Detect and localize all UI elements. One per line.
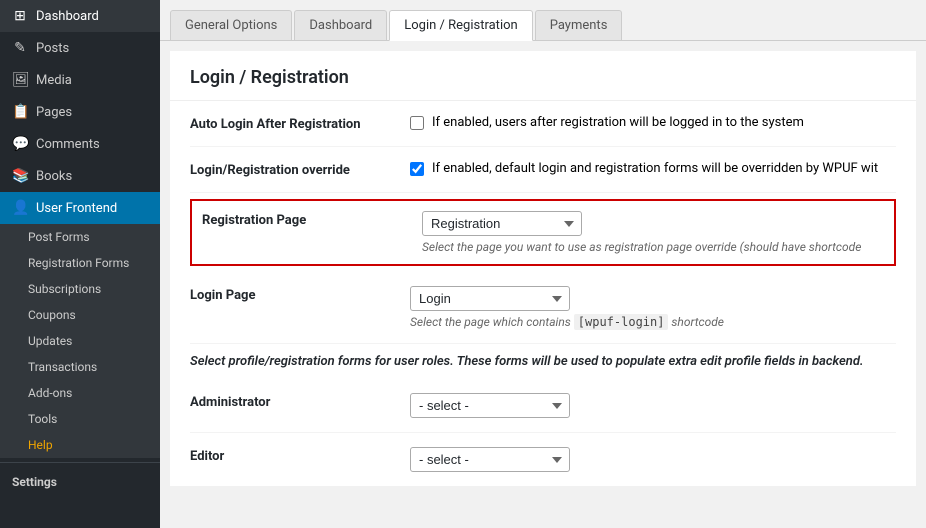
administrator-select[interactable]: - select - — [410, 393, 570, 418]
sidebar-item-label: Comments — [36, 137, 100, 152]
login-page-description: Select the page which contains [wpuf-log… — [410, 315, 896, 329]
form-row-auto-login: Auto Login After Registration If enabled… — [190, 101, 896, 147]
tab-login-registration[interactable]: Login / Registration — [389, 10, 532, 41]
sidebar-subitem-updates[interactable]: Updates — [0, 328, 160, 354]
content-area: Login / Registration Auto Login After Re… — [170, 51, 916, 486]
sidebar-subitem-coupons[interactable]: Coupons — [0, 302, 160, 328]
login-page-label: Login Page — [190, 286, 410, 303]
login-page-select[interactable]: Login — [410, 286, 570, 311]
sidebar-item-label: User Frontend — [36, 201, 117, 216]
sidebar-item-label: Books — [36, 169, 72, 184]
sidebar-item-books[interactable]: 📚 Books — [0, 160, 160, 192]
sidebar-item-posts[interactable]: ✎ Posts — [0, 32, 160, 64]
sidebar-subitem-add-ons[interactable]: Add-ons — [0, 380, 160, 406]
form-section: Auto Login After Registration If enabled… — [170, 101, 916, 344]
auto-login-description: If enabled, users after registration wil… — [432, 115, 804, 130]
editor-select[interactable]: - select - — [410, 447, 570, 472]
tabs-bar: General Options Dashboard Login / Regist… — [160, 0, 926, 41]
registration-page-label: Registration Page — [202, 211, 422, 228]
roles-note: Select profile/registration forms for us… — [170, 344, 916, 379]
form-row-login-override: Login/Registration override If enabled, … — [190, 147, 896, 193]
media-icon: 🖼 — [12, 72, 28, 88]
auto-login-label: Auto Login After Registration — [190, 115, 410, 132]
login-override-inner: If enabled, default login and registrati… — [410, 161, 896, 176]
auto-login-inner: If enabled, users after registration wil… — [410, 115, 896, 130]
login-page-control: Login Select the page which contains [wp… — [410, 286, 896, 329]
login-shortcode: [wpuf-login] — [574, 314, 669, 330]
tab-payments[interactable]: Payments — [535, 10, 623, 40]
editor-control: - select - — [410, 447, 896, 472]
sidebar-item-pages[interactable]: 📋 Pages — [0, 96, 160, 128]
dashboard-icon: ⊞ — [12, 8, 28, 24]
login-override-label: Login/Registration override — [190, 161, 410, 178]
sidebar-item-dashboard[interactable]: ⊞ Dashboard — [0, 0, 160, 32]
sidebar-subitem-subscriptions[interactable]: Subscriptions — [0, 276, 160, 302]
sidebar-subitem-transactions[interactable]: Transactions — [0, 354, 160, 380]
sidebar-item-comments[interactable]: 💬 Comments — [0, 128, 160, 160]
sidebar-item-media[interactable]: 🖼 Media — [0, 64, 160, 96]
administrator-control: - select - — [410, 393, 896, 418]
administrator-label: Administrator — [190, 393, 410, 410]
sidebar-subitem-registration-forms[interactable]: Registration Forms — [0, 250, 160, 276]
sidebar-divider — [0, 462, 160, 463]
login-override-control: If enabled, default login and registrati… — [410, 161, 896, 176]
auto-login-checkbox[interactable] — [410, 116, 424, 130]
tab-dashboard[interactable]: Dashboard — [294, 10, 387, 40]
comments-icon: 💬 — [12, 136, 28, 152]
login-override-description: If enabled, default login and registrati… — [432, 161, 878, 176]
tab-general-options[interactable]: General Options — [170, 10, 292, 40]
form-row-editor: Editor - select - — [190, 433, 896, 486]
books-icon: 📚 — [12, 168, 28, 184]
sidebar-subitem-tools[interactable]: Tools — [0, 406, 160, 432]
sidebar-item-label: Posts — [36, 41, 69, 56]
sidebar: ⊞ Dashboard ✎ Posts 🖼 Media 📋 Pages 💬 Co… — [0, 0, 160, 528]
posts-icon: ✎ — [12, 40, 28, 56]
sidebar-subitem-post-forms[interactable]: Post Forms — [0, 224, 160, 250]
registration-page-control: Registration Select the page you want to… — [422, 211, 884, 254]
sidebar-subitem-help[interactable]: Help — [0, 432, 160, 458]
main-content: General Options Dashboard Login / Regist… — [160, 0, 926, 528]
role-fields-section: Administrator - select - Editor - select… — [170, 379, 916, 486]
page-title: Login / Registration — [170, 51, 916, 101]
registration-page-select[interactable]: Registration — [422, 211, 582, 236]
registration-page-description: Select the page you want to use as regis… — [422, 240, 884, 254]
form-row-registration-page: Registration Page Registration Select th… — [190, 199, 896, 266]
sidebar-item-label: Media — [36, 73, 72, 88]
form-row-administrator: Administrator - select - — [190, 379, 896, 433]
login-override-checkbox[interactable] — [410, 162, 424, 176]
editor-label: Editor — [190, 447, 410, 464]
sidebar-submenu: Post Forms Registration Forms Subscripti… — [0, 224, 160, 458]
settings-label: Settings — [0, 467, 160, 497]
pages-icon: 📋 — [12, 104, 28, 120]
user-frontend-icon: 👤 — [12, 200, 28, 216]
sidebar-item-user-frontend[interactable]: 👤 User Frontend — [0, 192, 160, 224]
sidebar-item-label: Dashboard — [36, 9, 99, 24]
sidebar-item-label: Pages — [36, 105, 72, 120]
form-row-login-page: Login Page Login Select the page which c… — [190, 272, 896, 344]
auto-login-control: If enabled, users after registration wil… — [410, 115, 896, 130]
